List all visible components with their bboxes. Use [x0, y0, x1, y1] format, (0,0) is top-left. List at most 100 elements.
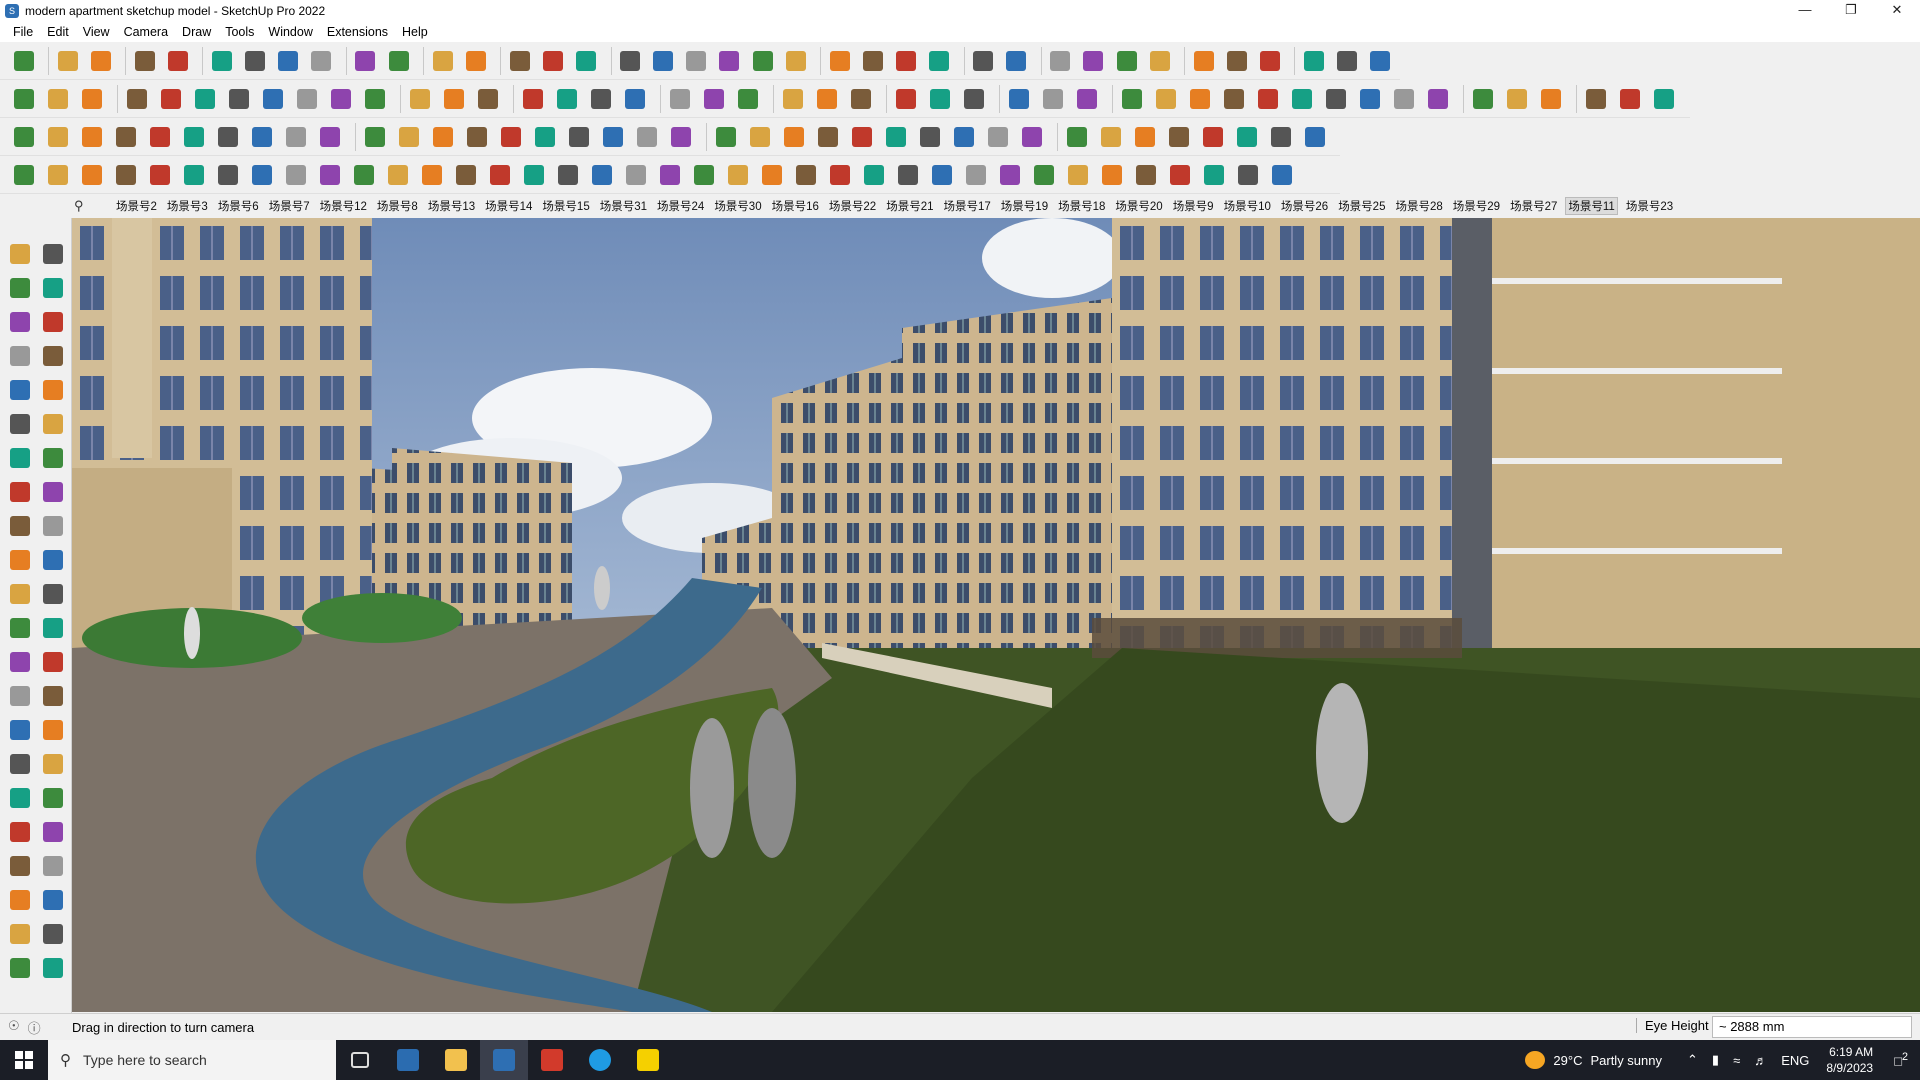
tool-button[interactable] [6, 648, 34, 676]
scene-tab[interactable]: 场景号3 [165, 198, 210, 214]
tool-button[interactable] [131, 46, 158, 76]
tool-button[interactable] [429, 122, 457, 152]
tool-button[interactable] [1220, 84, 1248, 114]
tool-button[interactable] [242, 46, 269, 76]
tool-button[interactable] [385, 46, 412, 76]
tool-button[interactable] [1097, 122, 1125, 152]
tool-button[interactable] [361, 84, 389, 114]
tool-button[interactable] [6, 308, 34, 336]
tool-button[interactable] [565, 122, 593, 152]
tool-button[interactable] [1199, 122, 1227, 152]
tool-button[interactable] [1098, 160, 1126, 190]
scene-tab[interactable]: 场景号26 [1279, 198, 1330, 214]
scene-tab[interactable]: 场景号14 [483, 198, 534, 214]
tool-button[interactable] [531, 122, 559, 152]
scene-tab[interactable]: 场景号23 [1624, 198, 1675, 214]
tool-button[interactable] [588, 160, 616, 190]
tool-button[interactable] [44, 84, 72, 114]
tool-button[interactable] [1537, 84, 1565, 114]
tool-button[interactable] [683, 46, 710, 76]
tool-button[interactable] [962, 160, 990, 190]
tool-button[interactable] [87, 46, 114, 76]
tool-button[interactable] [1132, 160, 1160, 190]
tool-button[interactable] [39, 410, 67, 438]
minimize-button[interactable]: — [1782, 0, 1828, 22]
tool-button[interactable] [39, 784, 67, 812]
tool-button[interactable] [462, 46, 489, 76]
tool-button[interactable] [78, 160, 106, 190]
scene-tab[interactable]: 场景号7 [267, 198, 312, 214]
taskbar-app-sticky-notes[interactable] [624, 1040, 672, 1080]
tool-button[interactable] [1039, 84, 1067, 114]
task-view-button[interactable] [336, 1040, 384, 1080]
tool-button[interactable] [758, 160, 786, 190]
scene-tab[interactable]: 场景号24 [655, 198, 706, 214]
tool-button[interactable] [146, 160, 174, 190]
taskbar-app-explorer[interactable] [432, 1040, 480, 1080]
tool-button[interactable] [327, 84, 355, 114]
tool-button[interactable] [361, 122, 389, 152]
tool-button[interactable] [39, 750, 67, 778]
tool-button[interactable] [1003, 46, 1030, 76]
taskbar-app-calculator[interactable] [384, 1040, 432, 1080]
taskbar-app-edge[interactable] [576, 1040, 624, 1080]
menu-draw[interactable]: Draw [175, 25, 218, 39]
clock[interactable]: 6:19 AM 8/9/2023 [1826, 1044, 1873, 1076]
tool-button[interactable] [724, 160, 752, 190]
tool-button[interactable] [6, 376, 34, 404]
scene-tab[interactable]: 场景号28 [1393, 198, 1444, 214]
tool-button[interactable] [996, 160, 1024, 190]
tool-button[interactable] [1190, 46, 1217, 76]
scene-tab[interactable]: 场景号20 [1113, 198, 1164, 214]
scene-tab[interactable]: 场景号29 [1451, 198, 1502, 214]
tool-button[interactable] [716, 46, 743, 76]
tool-button[interactable] [666, 84, 694, 114]
tool-button[interactable] [847, 84, 875, 114]
tool-button[interactable] [282, 122, 310, 152]
tool-button[interactable] [1223, 46, 1250, 76]
tool-button[interactable] [112, 160, 140, 190]
tool-button[interactable] [486, 160, 514, 190]
tool-button[interactable] [6, 580, 34, 608]
tool-button[interactable] [6, 546, 34, 574]
tool-button[interactable] [520, 160, 548, 190]
tool-button[interactable] [248, 160, 276, 190]
tool-button[interactable] [1322, 84, 1350, 114]
tool-button[interactable] [1064, 160, 1092, 190]
tool-button[interactable] [1424, 84, 1452, 114]
tool-button[interactable] [350, 160, 378, 190]
tool-button[interactable] [6, 274, 34, 302]
tool-button[interactable] [39, 852, 67, 880]
tool-button[interactable] [1152, 84, 1180, 114]
tool-button[interactable] [146, 122, 174, 152]
tool-button[interactable] [497, 122, 525, 152]
tool-button[interactable] [1267, 122, 1295, 152]
scene-tab[interactable]: 场景号8 [375, 198, 420, 214]
scene-tab-active[interactable]: 场景号11 [1565, 197, 1618, 215]
tool-button[interactable] [1233, 122, 1261, 152]
tool-button[interactable] [6, 852, 34, 880]
scene-tab[interactable]: 场景号22 [827, 198, 878, 214]
tool-button[interactable] [1367, 46, 1394, 76]
scene-tab[interactable]: 场景号13 [426, 198, 477, 214]
tool-button[interactable] [39, 580, 67, 608]
tool-button[interactable] [39, 342, 67, 370]
tool-button[interactable] [44, 122, 72, 152]
battery-icon[interactable]: ▮ [1712, 1052, 1719, 1068]
menu-tools[interactable]: Tools [218, 25, 261, 39]
tool-button[interactable] [826, 160, 854, 190]
tool-button[interactable] [848, 122, 876, 152]
tool-button[interactable] [925, 46, 952, 76]
tool-button[interactable] [892, 46, 919, 76]
tool-button[interactable] [39, 682, 67, 710]
tool-button[interactable] [1166, 160, 1194, 190]
tool-button[interactable] [617, 46, 644, 76]
scene-tab[interactable]: 场景号12 [318, 198, 369, 214]
taskbar-search[interactable]: ⚲ Type here to search [48, 1040, 336, 1080]
scene-tab[interactable]: 场景号16 [770, 198, 821, 214]
tool-button[interactable] [1146, 46, 1173, 76]
tool-button[interactable] [225, 84, 253, 114]
tool-button[interactable] [39, 886, 67, 914]
tool-button[interactable] [418, 160, 446, 190]
tool-button[interactable] [39, 444, 67, 472]
